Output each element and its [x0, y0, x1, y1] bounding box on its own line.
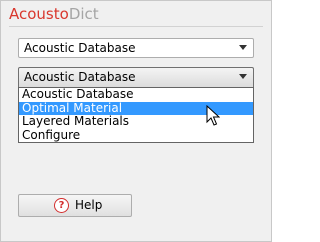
acoustodict-panel: AcoustoDict Acoustic Database Acoustic D… [0, 0, 272, 242]
dropdown-option-configure[interactable]: Configure [19, 128, 253, 143]
chevron-down-icon[interactable] [239, 45, 247, 50]
database-select-secondary[interactable]: Acoustic Database [18, 67, 254, 87]
app-title: AcoustoDict [9, 5, 99, 23]
help-button[interactable]: ? Help [18, 194, 132, 217]
help-icon: ? [54, 198, 69, 213]
help-button-label: Help [75, 198, 103, 212]
chevron-down-icon[interactable] [239, 74, 247, 79]
app-title-part2: Dict [68, 5, 99, 23]
mouse-pointer-icon [206, 105, 220, 126]
database-select-primary[interactable]: Acoustic Database [18, 38, 254, 58]
database-select-secondary-value: Acoustic Database [24, 70, 136, 84]
database-select-primary-value: Acoustic Database [24, 41, 136, 55]
title-divider [9, 26, 263, 27]
dropdown-option-acoustic-database[interactable]: Acoustic Database [19, 88, 253, 102]
app-title-part1: Acousto [9, 5, 69, 23]
